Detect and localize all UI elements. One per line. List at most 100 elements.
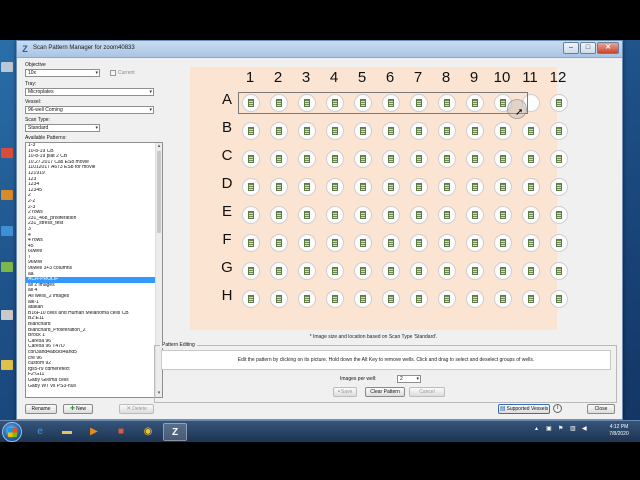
- desktop-shortcut-icon[interactable]: [1, 226, 15, 237]
- well[interactable]: [242, 206, 260, 224]
- well[interactable]: [466, 178, 484, 196]
- column-label[interactable]: 5: [352, 69, 372, 86]
- well[interactable]: [494, 262, 512, 280]
- recycle-bin-icon[interactable]: [1, 62, 15, 73]
- well[interactable]: [242, 234, 260, 252]
- file-explorer-icon[interactable]: ▬: [55, 423, 79, 441]
- supported-vessels-button[interactable]: ▤Supported Vessels: [498, 404, 550, 414]
- well[interactable]: [494, 150, 512, 168]
- new-button[interactable]: ✚New: [63, 404, 93, 414]
- column-label[interactable]: 3: [296, 69, 316, 86]
- well[interactable]: [410, 122, 428, 140]
- well[interactable]: [326, 290, 344, 308]
- delete-button[interactable]: ✕Delete: [119, 404, 154, 414]
- tray-select[interactable]: Microplates ▾: [25, 88, 154, 96]
- well[interactable]: [354, 234, 372, 252]
- well[interactable]: [326, 122, 344, 140]
- well[interactable]: [270, 262, 288, 280]
- row-label[interactable]: B: [220, 119, 234, 136]
- well[interactable]: [242, 122, 260, 140]
- well[interactable]: [242, 178, 260, 196]
- well[interactable]: [438, 206, 456, 224]
- images-per-well-select[interactable]: 2 ▾: [397, 375, 421, 383]
- well[interactable]: [354, 150, 372, 168]
- well[interactable]: [382, 290, 400, 308]
- well[interactable]: [410, 178, 428, 196]
- scan-type-select[interactable]: Standard ▾: [25, 124, 100, 132]
- column-label[interactable]: 9: [464, 69, 484, 86]
- well[interactable]: [438, 262, 456, 280]
- well[interactable]: [550, 178, 568, 196]
- media-player-icon[interactable]: ▶: [82, 423, 106, 441]
- close-button[interactable]: Close: [587, 404, 615, 414]
- well[interactable]: [494, 206, 512, 224]
- well[interactable]: [522, 206, 540, 224]
- vessel-select[interactable]: 96-well Corning ▾: [25, 106, 154, 114]
- well[interactable]: [522, 290, 540, 308]
- well[interactable]: [382, 262, 400, 280]
- well[interactable]: [298, 262, 316, 280]
- scroll-up-icon[interactable]: ▴: [156, 143, 162, 150]
- powerpoint-icon[interactable]: ■: [109, 423, 133, 441]
- well[interactable]: [270, 206, 288, 224]
- well[interactable]: [494, 178, 512, 196]
- row-label[interactable]: F: [220, 231, 234, 248]
- well[interactable]: [298, 290, 316, 308]
- well[interactable]: [410, 234, 428, 252]
- well[interactable]: [550, 234, 568, 252]
- well[interactable]: [326, 206, 344, 224]
- minimize-button[interactable]: –: [563, 42, 579, 54]
- well[interactable]: [382, 178, 400, 196]
- well[interactable]: [438, 234, 456, 252]
- well[interactable]: [550, 262, 568, 280]
- zoom-app-taskbar-icon[interactable]: Z: [163, 423, 187, 441]
- row-label[interactable]: H: [220, 287, 234, 304]
- rename-button[interactable]: Rename: [25, 404, 57, 414]
- well[interactable]: [270, 150, 288, 168]
- well-plate[interactable]: 1 2 3 4 5 6 7 8 9 10 11 12 A B C D E F G H: [190, 67, 568, 330]
- well[interactable]: [298, 206, 316, 224]
- well[interactable]: [494, 122, 512, 140]
- well[interactable]: [242, 290, 260, 308]
- row-label[interactable]: G: [220, 259, 234, 276]
- well[interactable]: [326, 262, 344, 280]
- clock[interactable]: 4:12 PM 7/8/2020: [603, 424, 635, 438]
- well[interactable]: [326, 178, 344, 196]
- cancel-button[interactable]: Cancel: [409, 387, 445, 397]
- well[interactable]: [354, 262, 372, 280]
- well[interactable]: [550, 94, 568, 112]
- row-label[interactable]: D: [220, 175, 234, 192]
- well[interactable]: [522, 122, 540, 140]
- well[interactable]: [466, 290, 484, 308]
- column-label[interactable]: 7: [408, 69, 428, 86]
- column-label[interactable]: 2: [268, 69, 288, 86]
- well[interactable]: [410, 206, 428, 224]
- tray-expand-icon[interactable]: ▴: [535, 425, 538, 432]
- objective-select[interactable]: 10x ▾: [25, 69, 100, 77]
- network-icon[interactable]: ▥: [570, 425, 576, 432]
- well[interactable]: [270, 122, 288, 140]
- column-label[interactable]: 12: [548, 69, 568, 86]
- well[interactable]: [242, 262, 260, 280]
- well[interactable]: [298, 150, 316, 168]
- well[interactable]: [466, 234, 484, 252]
- well[interactable]: [522, 178, 540, 196]
- desktop-shortcut-icon[interactable]: [1, 190, 15, 201]
- well[interactable]: [382, 150, 400, 168]
- well[interactable]: [270, 290, 288, 308]
- help-icon[interactable]: i: [553, 404, 562, 413]
- well[interactable]: [550, 150, 568, 168]
- well[interactable]: [298, 234, 316, 252]
- desktop-shortcut-icon[interactable]: [1, 262, 15, 273]
- current-checkbox[interactable]: [110, 70, 116, 76]
- well[interactable]: [438, 290, 456, 308]
- well[interactable]: [326, 150, 344, 168]
- well[interactable]: [550, 206, 568, 224]
- pattern-list[interactable]: 1-3 10-8-19 CB 10-8-19 plat 2 CB 10.27.2017…: [25, 142, 163, 398]
- well[interactable]: [382, 122, 400, 140]
- well[interactable]: [550, 122, 568, 140]
- well[interactable]: [270, 234, 288, 252]
- row-label[interactable]: E: [220, 203, 234, 220]
- well[interactable]: [382, 206, 400, 224]
- well[interactable]: [522, 234, 540, 252]
